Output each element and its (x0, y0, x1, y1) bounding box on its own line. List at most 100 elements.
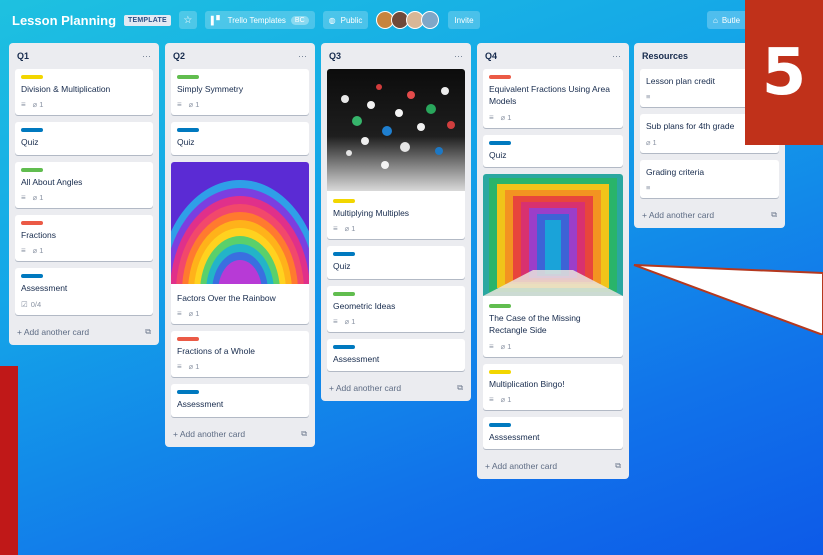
card-label-green[interactable] (489, 303, 511, 308)
card-template-icon[interactable]: ⧉ (145, 327, 151, 337)
add-card-button[interactable]: + Add another card ⧉ (327, 378, 465, 395)
add-card-button[interactable]: + Add another card ⧉ (483, 456, 623, 473)
card-title: Grading criteria (646, 166, 705, 177)
list-title[interactable]: Q2 (173, 51, 185, 61)
card-label-yellow[interactable] (333, 199, 355, 203)
attachment-count: 1 (39, 192, 44, 202)
card-label-yellow[interactable] (489, 369, 511, 374)
list-q3: Q3 ··· Multiplying Multiples ≡ ⌀ 1 Quiz … (321, 43, 471, 402)
list-card[interactable]: Division & Multiplication ≡ ⌀ 1 (15, 69, 153, 116)
list-card[interactable]: Quiz (171, 122, 309, 155)
butler-icon: ⌂ (713, 15, 718, 25)
list-card[interactable]: Equivalent Fractions Using Area Models ≡… (483, 69, 623, 128)
card-label-yellow[interactable] (21, 75, 43, 79)
list-card[interactable]: Quiz (15, 122, 153, 155)
list-q2: Q2 ··· Simply Symmetry ≡ ⌀ 1 Quiz Factor… (165, 43, 315, 447)
card-label-red[interactable] (489, 75, 511, 79)
card-template-icon[interactable]: ⧉ (771, 210, 777, 220)
add-card-button[interactable]: + Add another card ⧉ (640, 205, 779, 222)
card-title: Quiz (177, 137, 195, 148)
list-card[interactable]: Simply Symmetry ≡ ⌀ 1 (171, 69, 309, 116)
card-label-green[interactable] (177, 75, 199, 79)
paperclip-icon: ⌀ (32, 192, 38, 202)
description-icon: ≡ (489, 341, 494, 351)
card-title: All About Angles (21, 176, 83, 187)
add-card-label: + Add another card (329, 383, 402, 394)
card-label-blue[interactable] (21, 274, 43, 279)
card-template-icon[interactable]: ⧉ (615, 461, 621, 471)
list-menu-icon[interactable]: ··· (298, 51, 307, 61)
card-template-icon[interactable]: ⧉ (301, 429, 307, 439)
slide-number-box: 5 (745, 0, 823, 145)
card-label-blue[interactable] (177, 390, 199, 395)
list-title[interactable]: Q1 (17, 51, 29, 61)
list-card[interactable]: Assessment (327, 338, 465, 372)
add-card-button[interactable]: + Add another card ⧉ (15, 322, 153, 339)
list-title[interactable]: Q4 (485, 51, 497, 61)
list-card[interactable]: Assessment (171, 384, 309, 417)
checklist-count: 0/4 (30, 299, 42, 309)
card-title: Quiz (333, 261, 351, 272)
list-card[interactable]: Grading criteria ≡ (640, 159, 779, 198)
description-icon: ≡ (646, 182, 651, 192)
list-card[interactable]: Fractions ≡ ⌀ 1 (15, 214, 153, 262)
card-title: Assessment (333, 353, 380, 364)
description-icon: ≡ (21, 100, 26, 110)
card-title: Fractions (21, 229, 56, 240)
avatar[interactable] (421, 11, 440, 29)
trello-board-icon: ▌▘ (210, 15, 223, 25)
card-label-blue[interactable] (177, 128, 199, 133)
list-card[interactable]: Asssessment (483, 416, 623, 450)
card-label-green[interactable] (333, 291, 355, 296)
visibility-button[interactable]: ◍ Public (322, 11, 369, 29)
card-title: Asssessment (489, 431, 540, 442)
list-menu-icon[interactable]: ··· (454, 51, 463, 61)
description-icon: ≡ (333, 316, 338, 326)
list-card[interactable]: Multiplying Multiples ≡ ⌀ 1 (327, 69, 465, 240)
card-label-blue[interactable] (21, 128, 43, 133)
attachment-count: 1 (507, 341, 512, 351)
colorful-corridor-cover-image (483, 173, 623, 298)
list-card[interactable]: Multiplication Bingo! ≡ ⌀ 1 (483, 363, 623, 410)
list-q4: Q4 ··· Equivalent Fractions Using Area M… (477, 43, 629, 480)
description-icon: ≡ (333, 224, 338, 234)
board-title[interactable]: Lesson Planning (12, 13, 116, 28)
card-label-red[interactable] (21, 220, 43, 225)
member-avatars[interactable] (376, 11, 440, 29)
list-card[interactable]: All About Angles ≡ ⌀ 1 (15, 161, 153, 208)
attachment-count: 1 (39, 100, 44, 110)
paperclip-icon: ⌀ (500, 341, 506, 351)
star-icon: ☆ (183, 14, 193, 26)
attachment-count: 1 (652, 137, 657, 147)
callout-pointer (633, 264, 823, 335)
card-label-blue[interactable] (489, 422, 511, 427)
slide-number: 5 (761, 35, 807, 110)
invite-button[interactable]: Invite (448, 11, 480, 29)
list-card[interactable]: Geometric Ideas ≡ ⌀ 1 (327, 285, 465, 332)
list-title[interactable]: Q3 (329, 51, 341, 61)
star-button[interactable]: ☆ (178, 11, 197, 29)
spheres-cover-image (327, 69, 465, 193)
card-title: Fractions of a Whole (177, 345, 255, 356)
card-title: Quiz (21, 137, 39, 148)
card-label-green[interactable] (21, 167, 43, 172)
list-card[interactable]: Quiz (327, 246, 465, 279)
card-label-red[interactable] (177, 336, 199, 341)
list-card[interactable]: The Case of the Missing Rectangle Side ≡… (483, 173, 623, 357)
card-label-blue[interactable] (333, 252, 355, 257)
add-card-button[interactable]: + Add another card ⧉ (171, 424, 309, 441)
attachment-count: 1 (195, 308, 200, 318)
list-card[interactable]: Fractions of a Whole ≡ ⌀ 1 (171, 330, 309, 378)
card-label-blue[interactable] (333, 344, 355, 349)
card-label-blue[interactable] (489, 140, 511, 145)
list-card[interactable]: Quiz (483, 134, 623, 167)
floating-spheres-image (327, 69, 465, 191)
list-card[interactable]: Assessment ☑ 0/4 (15, 268, 153, 315)
team-button[interactable]: ▌▘ Trello Templates BC (204, 11, 315, 29)
list-menu-icon[interactable]: ··· (142, 51, 151, 61)
card-template-icon[interactable]: ⧉ (457, 383, 463, 393)
description-icon: ≡ (177, 362, 182, 372)
list-menu-icon[interactable]: ··· (612, 51, 621, 61)
list-card[interactable]: Factors Over the Rainbow ≡ ⌀ 1 (171, 161, 309, 324)
list-title[interactable]: Resources (642, 51, 688, 61)
